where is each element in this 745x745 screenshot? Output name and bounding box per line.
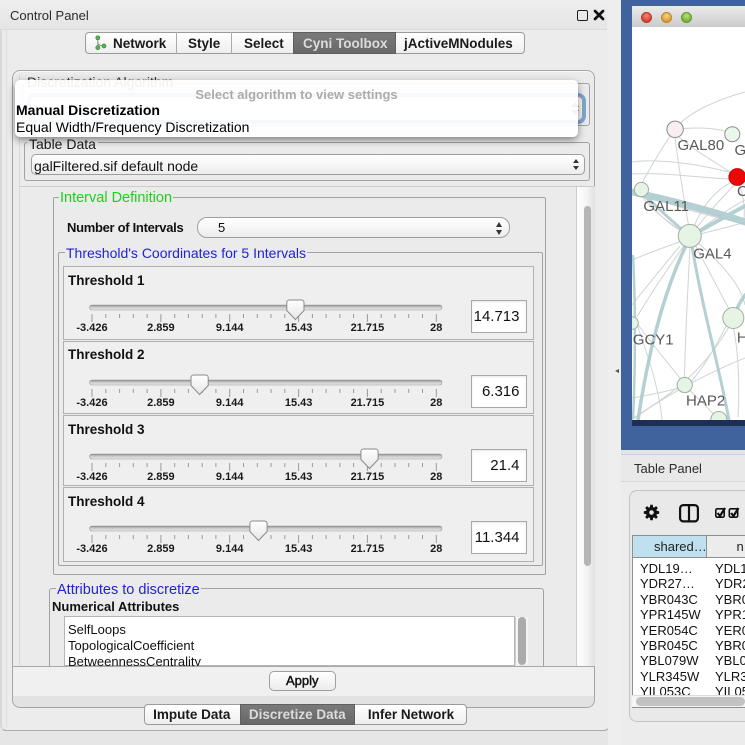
svg-text:H: H xyxy=(737,330,745,347)
svg-text:28: 28 xyxy=(430,397,442,409)
svg-text:GCY1: GCY1 xyxy=(633,331,674,348)
svg-text:9.144: 9.144 xyxy=(216,471,244,483)
svg-text:15.43: 15.43 xyxy=(285,543,313,555)
svg-text:GAL80: GAL80 xyxy=(678,137,725,154)
svg-text:GAL4: GAL4 xyxy=(693,245,731,262)
svg-text:28: 28 xyxy=(430,471,442,483)
svg-text:15.43: 15.43 xyxy=(285,322,313,334)
svg-text:-3.426: -3.426 xyxy=(76,322,107,334)
svg-text:9.144: 9.144 xyxy=(216,322,244,334)
svg-text:HAP2: HAP2 xyxy=(686,393,725,410)
svg-text:9.144: 9.144 xyxy=(216,397,244,409)
svg-text:C: C xyxy=(737,183,745,200)
svg-text:2.859: 2.859 xyxy=(147,322,175,334)
svg-text:2.859: 2.859 xyxy=(147,471,175,483)
svg-text:28: 28 xyxy=(430,543,442,555)
svg-text:GAL11: GAL11 xyxy=(643,198,689,215)
svg-text:9.144: 9.144 xyxy=(216,543,244,555)
svg-text:21.715: 21.715 xyxy=(351,322,385,334)
svg-text:15.43: 15.43 xyxy=(285,471,313,483)
svg-text:21.715: 21.715 xyxy=(351,543,385,555)
svg-text:2.859: 2.859 xyxy=(147,397,175,409)
svg-text:28: 28 xyxy=(430,322,442,334)
svg-text:21.715: 21.715 xyxy=(351,471,385,483)
svg-text:15.43: 15.43 xyxy=(285,397,313,409)
svg-text:-3.426: -3.426 xyxy=(76,471,107,483)
svg-text:-3.426: -3.426 xyxy=(76,543,107,555)
svg-text:21.715: 21.715 xyxy=(351,397,385,409)
svg-text:GA: GA xyxy=(735,142,745,159)
svg-text:-3.426: -3.426 xyxy=(76,397,107,409)
svg-text:2.859: 2.859 xyxy=(147,543,175,555)
